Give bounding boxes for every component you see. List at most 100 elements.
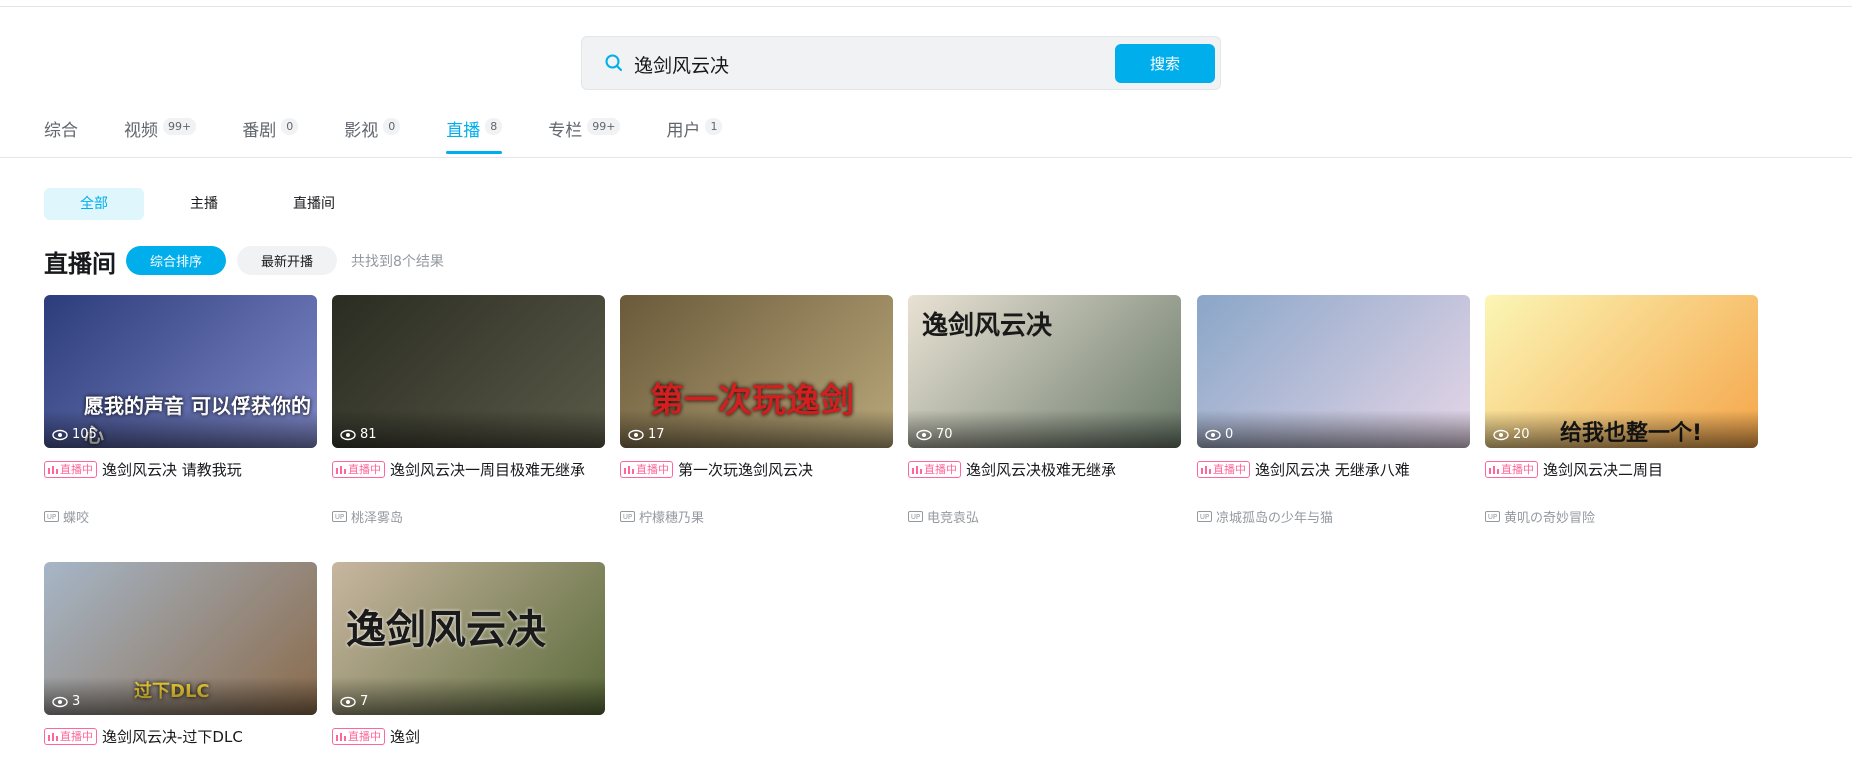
live-room-card[interactable]: 逸剑风云决 7 直播中 逸剑 [332,562,605,748]
tab-article[interactable]: 专栏 99+ [548,116,621,158]
search-icon [605,54,622,71]
live-thumbnail[interactable]: 第一次玩逸剑 17 [620,295,893,448]
viewer-count-value: 17 [648,427,665,442]
up-icon: UP [1197,511,1212,522]
viewer-count: 7 [340,694,368,709]
viewer-count-value: 81 [360,427,377,442]
thumbnail-shade [332,677,605,715]
streamer-name: 电竞袁弘 [927,511,980,526]
streamer-link[interactable]: UP 柠檬穗乃果 [620,507,704,526]
tab-label: 直播 [446,121,481,141]
live-status-label: 直播中 [348,463,381,476]
live-status-badge: 直播中 [332,728,385,745]
eye-icon [916,429,932,440]
live-title-text: 逸剑风云决 请教我玩 [102,461,242,479]
sort-newest-button[interactable]: 最新开播 [237,246,337,275]
section-title: 直播间 [44,250,116,278]
live-title[interactable]: 直播中 逸剑风云决二周目 [1485,460,1758,481]
result-count: 共找到8个结果 [351,254,444,270]
search-input[interactable] [632,45,1196,83]
tab-label: 综合 [44,121,78,141]
live-status-label: 直播中 [1501,463,1534,476]
live-title[interactable]: 直播中 逸剑风云决 请教我玩 [44,460,317,481]
live-bars-icon [1489,466,1499,474]
up-icon: UP [908,511,923,522]
viewer-count: 17 [628,427,665,442]
eye-icon [1493,429,1509,440]
live-thumbnail[interactable]: 逸剑风云决 7 [332,562,605,715]
streamer-link[interactable]: UP 凉城孤岛の少年与猫 [1197,507,1333,526]
live-status-label: 直播中 [60,463,93,476]
live-status-badge: 直播中 [908,461,961,478]
eye-icon [1205,429,1221,440]
live-title[interactable]: 直播中 逸剑风云决 无继承八难 [1197,460,1470,481]
tab-label: 番剧 [242,121,277,141]
live-title[interactable]: 直播中 第一次玩逸剑风云决 [620,460,893,481]
streamer-link[interactable]: UP 黄叽の奇妙冒险 [1485,507,1595,526]
sort-comprehensive-button[interactable]: 综合排序 [126,246,226,275]
viewer-count-value: 3 [72,694,81,709]
live-room-card[interactable]: 愿我的声音 可以俘获你的心105 直播中逸剑风云决 请教我玩 UP 蝶咬 [44,295,317,526]
live-bars-icon [1201,466,1211,474]
live-status-badge: 直播中 [332,461,385,478]
streamer-name: 桃泽雾岛 [351,511,404,526]
tab-count: 0 [281,118,299,135]
tab-label: 专栏 [548,121,583,141]
up-icon: UP [44,511,59,522]
streamer-link[interactable]: UP 电竞袁弘 [908,507,979,526]
tab-video[interactable]: 视频 99+ [124,116,197,158]
live-thumbnail[interactable]: 0 [1197,295,1470,448]
live-room-card[interactable]: 0 直播中 逸剑风云决 无继承八难 UP 凉城孤岛の少年与猫 [1197,295,1470,526]
up-icon: UP [620,511,635,522]
live-thumbnail[interactable]: 过下DLC3 [44,562,317,715]
live-title[interactable]: 直播中 逸剑 [332,727,605,748]
live-room-card[interactable]: 第一次玩逸剑 17 直播中 第一次玩逸剑风云决 UP 柠檬穗乃果 [620,295,893,526]
live-status-label: 直播中 [924,463,957,476]
streamer-name: 蝶咬 [63,511,90,526]
live-title-text: 逸剑风云决极难无继承 [966,461,1117,479]
live-title[interactable]: 直播中 逸剑风云决极难无继承 [908,460,1181,481]
live-status-label: 直播中 [348,730,381,743]
viewer-count-value: 20 [1513,427,1530,442]
tab-live[interactable]: 直播 8 [446,116,503,158]
filter-all[interactable]: 全部 [44,188,144,220]
live-title[interactable]: 直播中 逸剑风云决-过下DLC [44,727,317,748]
live-thumbnail[interactable]: 逸剑风云决 70 [908,295,1181,448]
live-room-card[interactable]: 逸剑风云决 70 直播中 逸剑风云决极难无继承 UP 电竞袁弘 [908,295,1181,526]
live-room-card[interactable]: 81 直播中 逸剑风云决一周目极难无继承 UP 桃泽雾岛 [332,295,605,526]
live-title-text: 逸剑风云决-过下DLC [102,728,243,746]
filter-streamer[interactable]: 主播 [154,188,254,220]
live-title-text: 逸剑 [390,728,421,746]
tab-count: 99+ [587,118,621,135]
live-thumbnail[interactable]: 给我也整一个!20 [1485,295,1758,448]
live-status-label: 直播中 [1213,463,1246,476]
live-title-text: 逸剑风云决二周目 [1543,461,1664,479]
tab-movie[interactable]: 影视 0 [344,116,401,158]
live-room-card[interactable]: 过下DLC3 直播中逸剑风云决-过下DLC [44,562,317,748]
tab-count: 8 [485,118,503,135]
live-thumbnail[interactable]: 愿我的声音 可以俘获你的心105 [44,295,317,448]
live-thumbnail[interactable]: 81 [332,295,605,448]
live-filters: 全部 主播 直播间 [44,188,374,220]
tab-count: 0 [383,118,401,135]
live-status-label: 直播中 [60,730,93,743]
streamer-link[interactable]: UP 桃泽雾岛 [332,507,403,526]
tab-all[interactable]: 综合 [44,116,78,158]
tab-bangumi[interactable]: 番剧 0 [242,116,299,158]
live-room-card[interactable]: 给我也整一个!20 直播中逸剑风云决二周目 UP 黄叽の奇妙冒险 [1485,295,1758,526]
live-title[interactable]: 直播中 逸剑风云决一周目极难无继承 [332,460,605,481]
eye-icon [340,429,356,440]
live-status-badge: 直播中 [44,728,97,745]
search-button[interactable]: 搜索 [1115,44,1215,83]
viewer-count-value: 7 [360,694,369,709]
live-status-badge: 直播中 [620,461,673,478]
tab-count: 99+ [163,118,197,135]
thumbnail-shade [44,677,317,715]
tab-user[interactable]: 用户 1 [666,116,723,158]
streamer-link[interactable]: UP 蝶咬 [44,507,89,526]
eye-icon [628,429,644,440]
live-status-badge: 直播中 [1197,461,1250,478]
viewer-count-value: 70 [936,427,953,442]
search-bar: 搜索 [581,36,1221,90]
filter-room[interactable]: 直播间 [264,188,364,220]
